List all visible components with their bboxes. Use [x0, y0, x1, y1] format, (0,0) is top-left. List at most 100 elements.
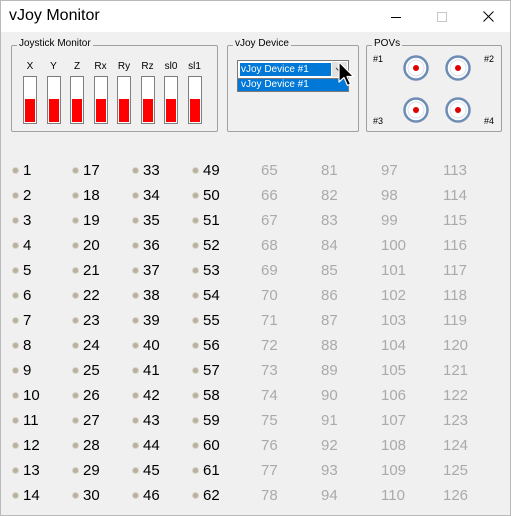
button-number: 30	[83, 487, 100, 504]
led-icon	[73, 168, 78, 173]
povs-group: POVs #1 #2 #3 #4	[366, 38, 502, 132]
button-number: 6	[23, 287, 32, 304]
button-number: 127	[443, 510, 468, 515]
led-icon	[13, 468, 18, 473]
pov-4-dial	[445, 97, 471, 123]
led-icon	[133, 443, 138, 448]
button-number: 113	[443, 162, 467, 179]
button-number: 38	[143, 287, 160, 304]
button-number: 119	[443, 312, 467, 329]
maximize-button[interactable]	[419, 1, 465, 32]
maximize-icon	[437, 11, 447, 22]
close-button[interactable]	[465, 1, 510, 32]
button-number: 56	[203, 337, 220, 354]
button-number: 106	[381, 387, 407, 404]
led-icon	[193, 393, 198, 398]
button-number: 100	[381, 237, 407, 254]
led-icon	[73, 468, 78, 473]
button-number: 91	[321, 412, 338, 429]
axis-label: Rx	[94, 61, 107, 72]
button-number: 92	[321, 437, 338, 454]
axis-bar	[117, 76, 131, 124]
led-icon	[193, 418, 198, 423]
button-number: 9	[23, 362, 32, 379]
device-option[interactable]: vJoy Device #1	[237, 78, 349, 92]
device-select-value: vJoy Device #1	[239, 62, 332, 77]
button-number: 55	[203, 312, 220, 329]
button-number: 90	[321, 387, 338, 404]
button-number: 97	[381, 162, 398, 179]
button-number: 89	[321, 362, 338, 379]
button-number: 54	[203, 287, 220, 304]
button-number: 93	[321, 462, 338, 479]
button-number: 1	[23, 162, 32, 179]
pov-1-label: #1	[373, 54, 384, 64]
led-icon	[193, 268, 198, 273]
led-icon	[133, 193, 138, 198]
led-icon	[13, 268, 18, 273]
led-icon	[73, 318, 78, 323]
button-number: 73	[261, 362, 278, 379]
button-number: 63	[203, 510, 220, 515]
button-number: 70	[261, 287, 278, 304]
led-icon	[133, 493, 138, 498]
button-number: 62	[203, 487, 220, 504]
button-number: 121	[443, 362, 469, 379]
led-icon	[73, 243, 78, 248]
button-number: 3	[23, 212, 32, 229]
button-number: 77	[261, 462, 278, 479]
button-number: 13	[23, 462, 40, 479]
button-number: 31	[83, 510, 100, 515]
button-number: 29	[83, 462, 100, 479]
button-number: 123	[443, 412, 469, 429]
button-number: 98	[381, 187, 398, 204]
axis-bar	[70, 76, 84, 124]
button-number: 52	[203, 237, 220, 254]
axis-label: sl0	[164, 61, 178, 72]
button-number: 76	[261, 437, 278, 454]
pov-1-dial	[403, 55, 429, 81]
led-icon	[133, 293, 138, 298]
axis-label: X	[26, 61, 34, 72]
button-number: 79	[261, 510, 278, 515]
button-number: 17	[83, 162, 100, 179]
button-number: 5	[23, 262, 32, 279]
led-icon	[73, 293, 78, 298]
axis-label: sl1	[188, 61, 201, 72]
led-icon	[193, 368, 198, 373]
led-icon	[73, 368, 78, 373]
button-number: 88	[321, 337, 338, 354]
button-number: 35	[143, 212, 160, 229]
device-select[interactable]: vJoy Device #1	[237, 60, 349, 79]
button-number: 41	[143, 362, 160, 379]
axis-label: Ry	[117, 61, 131, 72]
button-number: 8	[23, 337, 32, 354]
button-number: 47	[143, 510, 160, 515]
button-number: 42	[143, 387, 160, 404]
led-icon	[13, 368, 18, 373]
button-number: 25	[83, 362, 100, 379]
title-bar[interactable]: vJoy Monitor	[1, 1, 510, 32]
button-number: 109	[381, 462, 407, 479]
button-number: 68	[261, 237, 278, 254]
button-number: 125	[443, 462, 469, 479]
led-icon	[193, 468, 198, 473]
button-number: 53	[203, 262, 220, 279]
button-number: 44	[143, 437, 160, 454]
button-number: 4	[23, 237, 32, 254]
button-number: 108	[381, 437, 407, 454]
pov-3-label: #3	[373, 116, 384, 126]
led-icon	[193, 168, 198, 173]
button-number: 60	[203, 437, 220, 454]
led-icon	[193, 218, 198, 223]
button-number: 117	[443, 262, 467, 279]
button-number: 65	[261, 162, 278, 179]
button-number: 58	[203, 387, 220, 404]
button-number: 36	[143, 237, 160, 254]
led-icon	[193, 443, 198, 448]
button-number: 14	[23, 487, 40, 504]
minimize-button[interactable]	[373, 1, 419, 32]
axis-label: Rz	[141, 61, 154, 72]
button-number: 21	[83, 262, 100, 279]
button-number: 45	[143, 462, 160, 479]
